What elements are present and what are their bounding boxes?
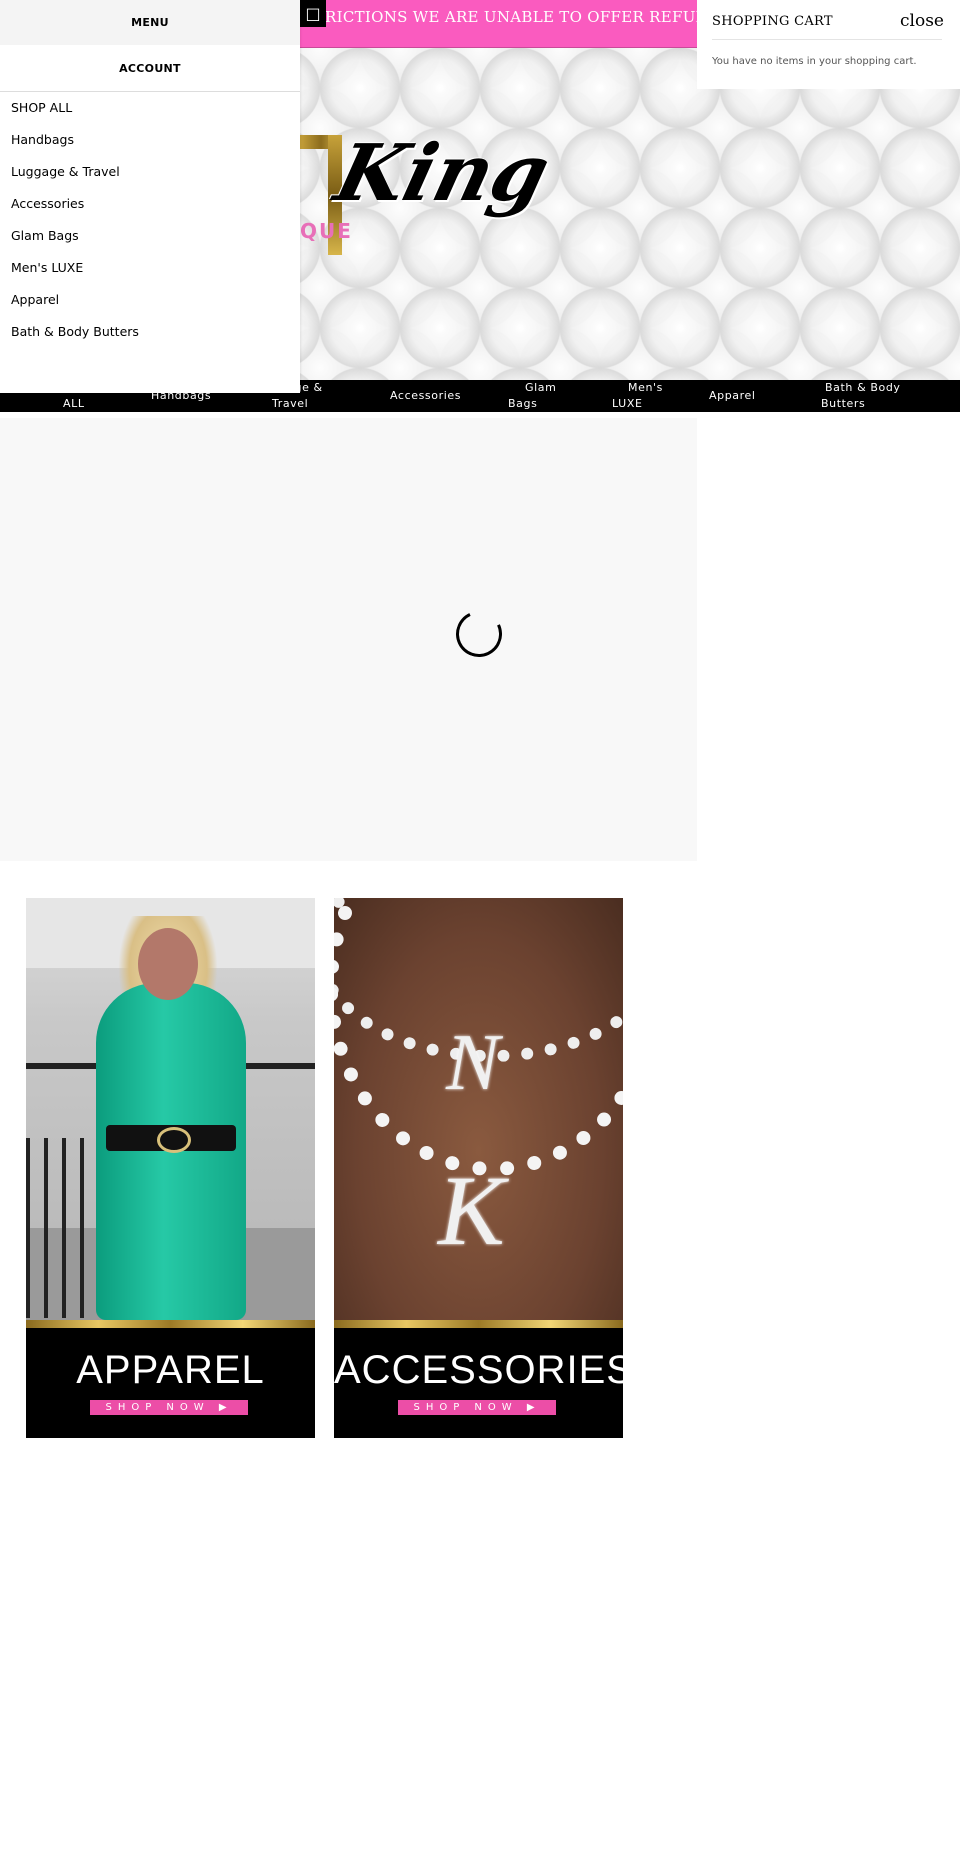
store-logo[interactable]: King QUE [300, 128, 558, 255]
apparel-photo [26, 898, 315, 1320]
shop-now-button[interactable]: SHOP NOW ▶ [398, 1400, 556, 1415]
menu-item-handbags[interactable]: Handbags [0, 124, 300, 156]
nav-item-apparel[interactable]: Apparel [709, 388, 756, 404]
apparel-tile[interactable]: APPAREL SHOP NOW ▶ [26, 898, 315, 1438]
gold-divider [26, 1320, 315, 1328]
nav-item-bath-body-butters[interactable]: Bath & Body Butters [821, 380, 901, 412]
menu-item-accessories[interactable]: Accessories [0, 188, 300, 220]
menu-item-glam-bags[interactable]: Glam Bags [0, 220, 300, 252]
promo-banner: RICTIONS WE ARE UNABLE TO OFFER REFUNDS … [300, 0, 710, 48]
cart-title: SHOPPING CART [712, 14, 833, 29]
logo-script-text: King [326, 128, 559, 219]
menu-item-apparel[interactable]: Apparel [0, 284, 300, 316]
tile-title: APPAREL [76, 1348, 265, 1392]
logo-sub-text: QUE [300, 219, 353, 243]
accessories-photo: N K [334, 898, 623, 1320]
menu-item-shop-all[interactable]: SHOP ALL [0, 92, 300, 124]
tile-title: ACCESSORIES [334, 1348, 623, 1392]
nav-item-accessories[interactable]: Accessories [390, 388, 461, 404]
tab-menu[interactable]: MENU [0, 0, 300, 45]
promo-text: RICTIONS WE ARE UNABLE TO OFFER REFUNDS … [325, 8, 710, 26]
nav-item-mens-luxe[interactable]: Men's LUXE [612, 380, 663, 412]
nav-item-glam-bags[interactable]: Glam Bags [508, 380, 556, 412]
menu-list: SHOP ALL Handbags Luggage & Travel Acces… [0, 92, 300, 348]
cart-empty-message: You have no items in your shopping cart. [712, 56, 917, 67]
menu-item-mens-luxe[interactable]: Men's LUXE [0, 252, 300, 284]
divider [712, 39, 942, 40]
menu-item-luggage-travel[interactable]: Luggage & Travel [0, 156, 300, 188]
tab-account[interactable]: ACCOUNT [0, 46, 300, 92]
cart-panel: SHOPPING CART close You have no items in… [697, 0, 960, 89]
gold-divider [334, 1320, 623, 1328]
cart-close-button[interactable]: close [900, 11, 944, 31]
accessories-tile[interactable]: N K ACCESSORIES SHOP NOW ▶ [334, 898, 623, 1438]
menu-item-bath-body-butters[interactable]: Bath & Body Butters [0, 316, 300, 348]
hero-slider [0, 418, 697, 861]
close-icon[interactable]: □ [300, 0, 326, 27]
shop-now-button[interactable]: SHOP NOW ▶ [90, 1400, 248, 1415]
menu-drawer: MENU ACCOUNT SHOP ALL Handbags Luggage &… [0, 0, 300, 393]
